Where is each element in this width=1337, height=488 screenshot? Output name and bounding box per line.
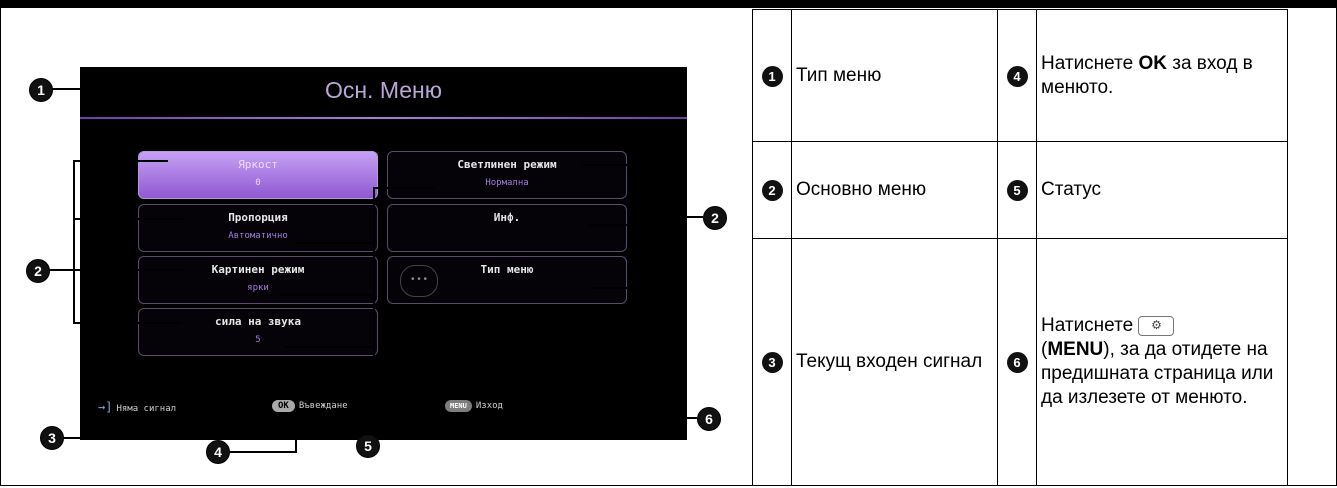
legend-number-cell: 3	[752, 238, 792, 486]
legend-number-cell: 4	[997, 9, 1037, 142]
callout-marker-4: 4	[206, 440, 230, 464]
settings-gear-icon: ⚙	[1138, 315, 1175, 336]
callout-marker-1: 1	[29, 78, 53, 102]
legend-text-cell: Основно меню	[791, 141, 998, 239]
legend-text-cell: Натиснете ⚙ (MENU), за да отидете на пред…	[1036, 238, 1288, 486]
legend-badge: 4	[1006, 65, 1028, 87]
legend-row: 3 Текущ входен сигнал 6 Натиснете ⚙ (MENU…	[752, 238, 1288, 486]
callout-marker-6: 6	[697, 407, 721, 431]
callout-marker-3: 3	[40, 426, 64, 450]
legend-text-cell: Текущ входен сигнал	[791, 238, 998, 486]
legend-text: Натиснете	[1041, 52, 1139, 74]
legend-text-cell: Статус	[1036, 141, 1288, 239]
legend-text-cell: Тип меню	[791, 9, 998, 142]
callout-marker-2-left: 2	[26, 259, 50, 283]
callout-marker-5: 5	[356, 434, 380, 458]
legend-badge: 1	[761, 65, 783, 87]
ok-key-label: OK	[1138, 52, 1167, 74]
callout-lines	[48, 88, 703, 453]
legend-number-cell: 2	[752, 141, 792, 239]
legend-number-cell: 1	[752, 9, 792, 142]
legend-text-cell: Натиснете OK за вход в менюто.	[1036, 9, 1288, 142]
legend-number-cell: 6	[997, 238, 1037, 486]
legend-badge: 6	[1006, 352, 1028, 373]
legend-table: 1 Тип меню 4 Натиснете OK за вход в меню…	[752, 9, 1288, 486]
legend-badge: 2	[761, 180, 783, 201]
legend-badge: 5	[1006, 180, 1028, 201]
legend-row: 2 Основно меню 5 Статус	[752, 141, 1288, 239]
legend-number-cell: 5	[997, 141, 1037, 239]
legend-row: 1 Тип меню 4 Натиснете OK за вход в меню…	[752, 9, 1288, 142]
callout-marker-2-right: 2	[703, 206, 727, 230]
menu-key-label: MENU	[1047, 339, 1104, 360]
legend-badge: 3	[761, 352, 783, 373]
legend-text: Натиснете	[1041, 315, 1139, 336]
